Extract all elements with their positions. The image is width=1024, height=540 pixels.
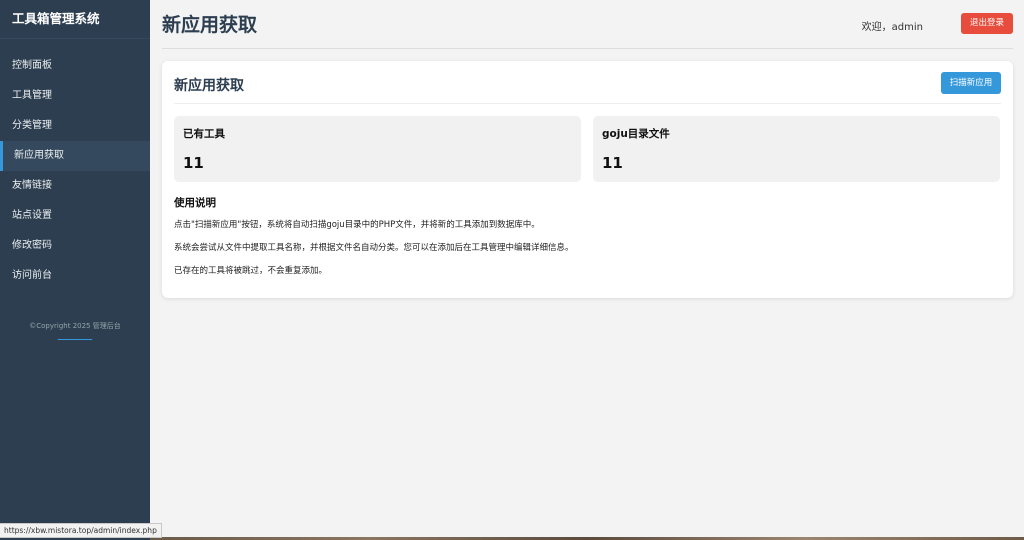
instructions-title: 使用说明 (174, 197, 216, 209)
sidebar-item-tools[interactable]: 工具管理 (0, 81, 150, 111)
stat-goju-files: goju目录文件 11 (593, 116, 1000, 182)
scan-new-apps-button[interactable]: 扫描新应用 (941, 72, 1001, 94)
copyright-link[interactable] (58, 333, 92, 340)
logout-button[interactable]: 退出登录 (961, 13, 1013, 34)
sidebar-item-categories[interactable]: 分类管理 (0, 111, 150, 141)
stat-existing-tools: 已有工具 11 (174, 116, 581, 182)
stat-label: 已有工具 (183, 128, 225, 140)
instructions: 使用说明 点击"扫描新应用"按钮，系统将自动扫描goju目录中的PHP文件，并将… (174, 195, 1001, 289)
sidebar-nav: 控制面板 工具管理 分类管理 新应用获取 友情链接 站点设置 修改密码 访问前台 (0, 51, 150, 291)
sidebar-item-dashboard[interactable]: 控制面板 (0, 51, 150, 81)
copyright-text: ©Copyright 2025 管理后台 (29, 322, 121, 330)
card-title: 新应用获取 (174, 78, 244, 94)
welcome-text: 欢迎，admin (861, 22, 923, 33)
sidebar: 工具箱管理系统 控制面板 工具管理 分类管理 新应用获取 友情链接 站点设置 修… (0, 0, 150, 540)
sidebar-copyright: ©Copyright 2025 管理后台 (0, 321, 150, 342)
status-bar-url: https://xbw.mistora.top/admin/index.php (0, 523, 162, 538)
sidebar-item-visit-frontend[interactable]: 访问前台 (0, 261, 150, 291)
sidebar-item-change-password[interactable]: 修改密码 (0, 231, 150, 261)
sidebar-item-new-apps[interactable]: 新应用获取 (0, 141, 150, 171)
instruction-line: 点击"扫描新应用"按钮，系统将自动扫描goju目录中的PHP文件，并将新的工具添… (174, 220, 540, 230)
stat-value: 11 (183, 154, 204, 172)
page-title: 新应用获取 (162, 14, 258, 36)
topbar: 新应用获取 欢迎，admin 退出登录 (162, 0, 1013, 49)
sidebar-brand: 工具箱管理系统 (0, 0, 150, 39)
card-header: 新应用获取 扫描新应用 (174, 61, 1001, 104)
stat-label: goju目录文件 (602, 128, 670, 140)
sidebar-item-friend-links[interactable]: 友情链接 (0, 171, 150, 201)
new-apps-card: 新应用获取 扫描新应用 已有工具 11 goju目录文件 11 使用说明 点击"… (162, 61, 1013, 298)
instruction-line: 已存在的工具将被跳过，不会重复添加。 (174, 266, 328, 276)
sidebar-item-site-settings[interactable]: 站点设置 (0, 201, 150, 231)
main-content: 新应用获取 欢迎，admin 退出登录 新应用获取 扫描新应用 已有工具 11 … (150, 0, 1024, 537)
stat-value: 11 (602, 154, 623, 172)
instruction-line: 系统会尝试从文件中提取工具名称，并根据文件名自动分类。您可以在添加后在工具管理中… (174, 243, 574, 253)
